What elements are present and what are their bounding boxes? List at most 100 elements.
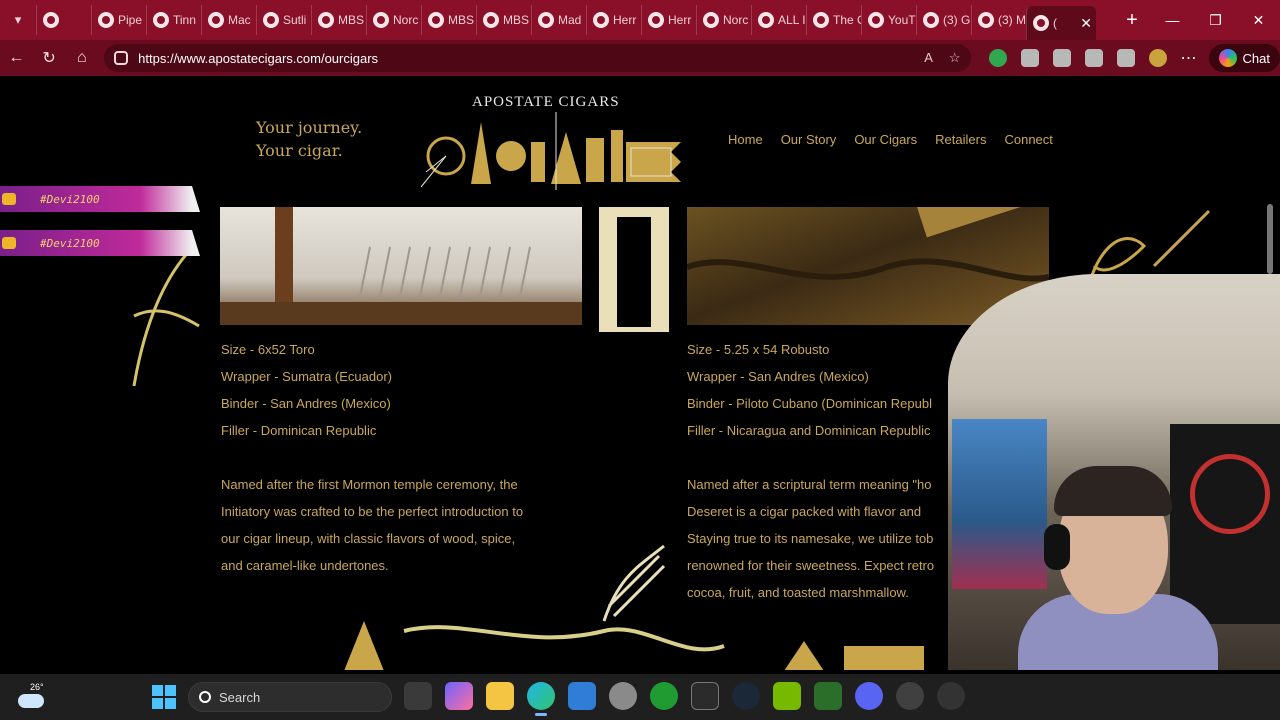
cigar-description: Named after the first Mormon temple cere… [221, 471, 561, 579]
lock-icon[interactable] [114, 51, 129, 65]
minimize-button[interactable]: — [1151, 0, 1194, 40]
webcam-overlay [948, 274, 1280, 670]
social-handle: #Devi2100 [40, 193, 100, 206]
back-button[interactable]: ← [0, 40, 33, 76]
tab-actions-menu-icon[interactable]: ▾ [0, 0, 36, 40]
tab-favicon-icon [43, 12, 59, 28]
browser-tab[interactable]: (3) G [916, 5, 971, 35]
decorative-stripe-art [599, 207, 669, 357]
browser-tab[interactable]: Mad [531, 5, 586, 35]
outlook-icon[interactable] [568, 682, 596, 710]
epic-games-icon[interactable] [691, 682, 719, 710]
browser-tab[interactable]: Tinn [146, 5, 201, 35]
restore-button[interactable]: ❐ [1194, 0, 1237, 40]
description-line: our cigar lineup, with classic flavors o… [221, 531, 516, 546]
social-handle: #Devi2100 [40, 237, 100, 250]
address-bar-actions: A ☆ [924, 50, 970, 66]
address-bar[interactable]: https://www.apostatecigars.com/ourcigars… [104, 44, 971, 72]
close-window-button[interactable]: ✕ [1237, 0, 1280, 40]
home-button[interactable]: ⌂ [65, 40, 98, 76]
nav-retailers[interactable]: Retailers [935, 132, 986, 147]
browser-tab[interactable]: Mac [201, 5, 256, 35]
task-view-icon[interactable] [404, 682, 432, 710]
browser-tab[interactable]: The C [806, 5, 861, 35]
cigar-description: Named after a scriptural term meaning "h… [687, 471, 949, 606]
close-tab-icon[interactable]: ✕ [1080, 15, 1096, 32]
profile-avatar[interactable] [1148, 49, 1167, 67]
cigar-photo [220, 207, 582, 325]
steam-icon[interactable] [732, 682, 760, 710]
tab-favicon-icon [703, 12, 719, 28]
tagline-line: Your cigar. [256, 141, 343, 160]
split-screen-icon[interactable] [1052, 49, 1071, 67]
browser-tab[interactable]: MBS [476, 5, 531, 35]
extensions-area: ⋯ [988, 48, 1197, 68]
tab-favicon-icon [923, 12, 939, 28]
tab-favicon-icon [428, 12, 444, 28]
browser-tab[interactable]: ALL I [751, 5, 806, 35]
extensions-puzzle-icon[interactable] [1020, 49, 1039, 67]
scrollbar-thumb[interactable] [1267, 204, 1273, 274]
webcam-person-hair [1054, 466, 1172, 516]
copilot-chat-button[interactable]: Chat [1208, 44, 1280, 72]
browser-tab[interactable]: Norc [696, 5, 751, 35]
weather-widget[interactable]: 26° [16, 682, 46, 712]
tab-favicon-icon [978, 12, 994, 28]
cigar-specs: Size - 5.25 x 54 Robusto Wrapper - San A… [687, 336, 949, 444]
overlay-banner [0, 186, 200, 212]
browser-tab[interactable]: MBS [421, 5, 476, 35]
tab-favicon-icon [538, 12, 554, 28]
tab-favicon-icon [648, 12, 664, 28]
performance-gauge-icon[interactable] [937, 682, 965, 710]
extension-icon[interactable] [988, 49, 1007, 67]
tab-favicon-icon [758, 12, 774, 28]
tab-favicon-icon [813, 12, 829, 28]
xbox-icon[interactable] [650, 682, 678, 710]
nav-our-story[interactable]: Our Story [781, 132, 837, 147]
more-options-icon[interactable]: ⋯ [1181, 48, 1197, 68]
browser-tab[interactable]: Sutli [256, 5, 311, 35]
browser-tab[interactable]: Norc [366, 5, 421, 35]
webcam-poster [952, 419, 1047, 589]
settings-gear-icon[interactable] [609, 682, 637, 710]
tab-favicon-icon [868, 12, 884, 28]
tab-favicon-icon [208, 12, 224, 28]
favorite-star-icon[interactable]: ☆ [949, 50, 961, 66]
cigar-size: Size - 6x52 Toro [221, 342, 315, 357]
nav-our-cigars[interactable]: Our Cigars [854, 132, 917, 147]
collections-icon[interactable] [1116, 49, 1135, 67]
game-launcher-icon[interactable] [814, 682, 842, 710]
browser-tab-active[interactable]: (✕ [1026, 6, 1096, 40]
edge-browser-icon[interactable] [527, 682, 555, 716]
file-explorer-icon[interactable] [486, 682, 514, 710]
browser-tab[interactable]: YouT [861, 5, 916, 35]
favorites-icon[interactable] [1084, 49, 1103, 67]
description-line: Named after a scriptural term meaning "h… [687, 477, 932, 492]
copilot-app-icon[interactable] [445, 682, 473, 710]
browser-tab[interactable] [36, 5, 91, 35]
screen: ▾ Pipe Tinn Mac Sutli MBS Norc MBS MBS M… [0, 0, 1280, 720]
nav-home[interactable]: Home [728, 132, 763, 147]
tab-favicon-icon [153, 12, 169, 28]
nvidia-icon[interactable] [773, 682, 801, 710]
taskbar-search[interactable]: Search [188, 682, 392, 712]
read-aloud-icon[interactable]: A [924, 50, 933, 66]
obs-icon[interactable] [896, 682, 924, 710]
browser-tab[interactable]: Herr [641, 5, 696, 35]
new-tab-button[interactable]: + [1114, 2, 1150, 38]
temperature-label: 26° [30, 682, 44, 692]
apostate-logo[interactable] [416, 112, 686, 192]
cigar-specs: Size - 6x52 Toro Wrapper - Sumatra (Ecua… [221, 336, 392, 444]
browser-tab[interactable]: Herr [586, 5, 641, 35]
nav-connect[interactable]: Connect [1004, 132, 1052, 147]
browser-tab[interactable]: MBS [311, 5, 366, 35]
brand-title[interactable]: APOSTATE CIGARS [472, 94, 620, 111]
tagline-line: Your journey. [256, 118, 363, 137]
start-button[interactable] [152, 685, 176, 709]
url-text[interactable]: https://www.apostatecigars.com/ourcigars [138, 51, 378, 66]
cigar-binder: Binder - San Andres (Mexico) [221, 396, 391, 411]
browser-tab[interactable]: (3) M [971, 5, 1026, 35]
discord-icon[interactable] [855, 682, 883, 710]
browser-tab[interactable]: Pipe [91, 5, 146, 35]
refresh-button[interactable]: ↻ [33, 40, 66, 76]
